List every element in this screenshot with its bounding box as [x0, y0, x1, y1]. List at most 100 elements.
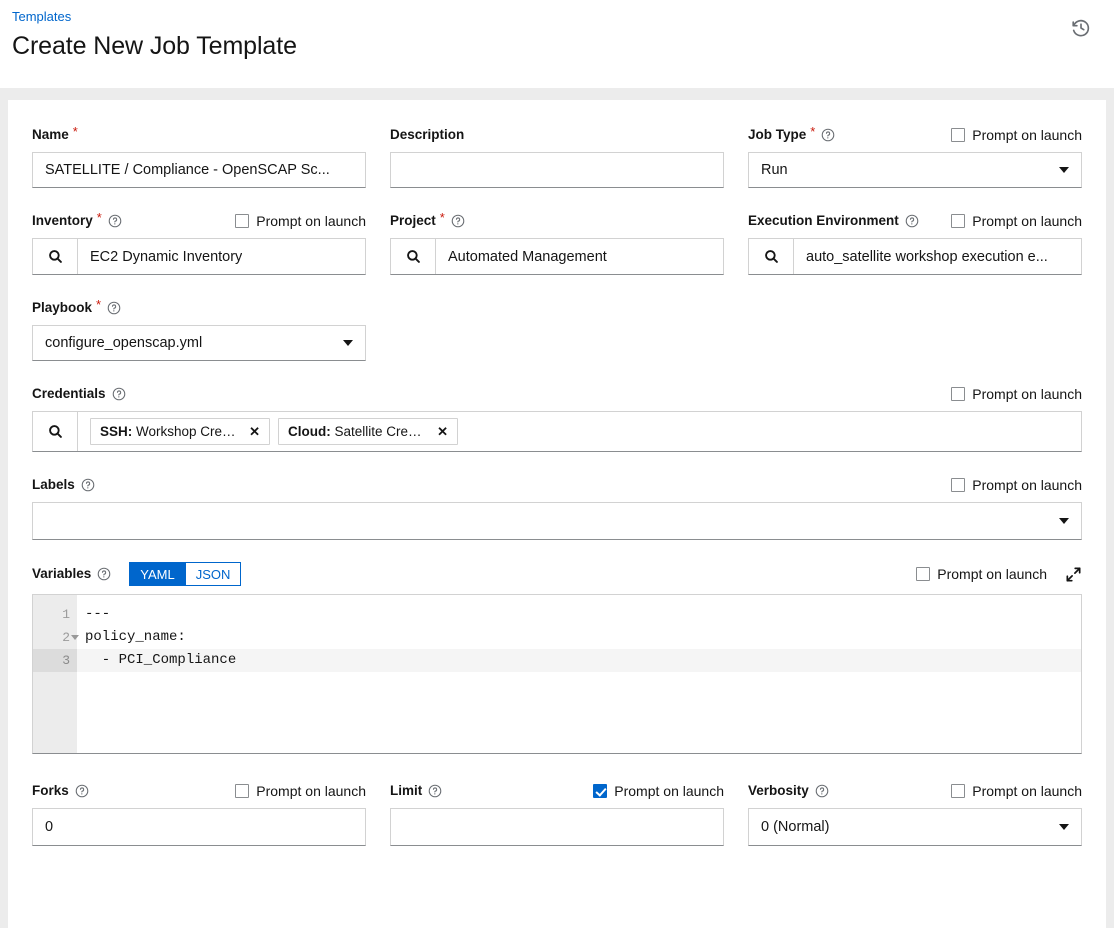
- field-execution-environment-label: Execution Environment: [748, 211, 899, 231]
- variables-format-toggle: YAML JSON: [129, 562, 241, 586]
- toggle-json[interactable]: JSON: [186, 562, 242, 586]
- limit-prompt-on-launch[interactable]: Prompt on launch: [593, 782, 724, 800]
- field-verbosity: Verbosity Prompt on launch 0 (Normal): [748, 780, 1082, 846]
- search-icon[interactable]: [391, 239, 436, 274]
- credential-chip-text: Cloud: Satellite Crede...: [288, 424, 424, 439]
- job-type-prompt-on-launch[interactable]: Prompt on launch: [951, 126, 1082, 144]
- credential-chip[interactable]: SSH: Workshop Cred... ✕: [90, 418, 270, 445]
- labels-select[interactable]: [32, 502, 1082, 540]
- credentials-lookup[interactable]: SSH: Workshop Cred... ✕ Cloud: Satellite…: [32, 411, 1082, 452]
- playbook-select[interactable]: configure_openscap.yml: [32, 325, 366, 361]
- line-number: 3: [33, 649, 77, 672]
- help-circle-icon[interactable]: [815, 784, 829, 798]
- field-playbook: Playbook * configure_openscap.yml: [32, 297, 366, 361]
- help-circle-icon[interactable]: [451, 214, 465, 228]
- field-limit: Limit Prompt on launch: [390, 780, 724, 846]
- field-labels-header: Labels Prompt on launch: [32, 474, 1082, 496]
- checkbox-icon[interactable]: [916, 567, 930, 581]
- prompt-on-launch-label: Prompt on launch: [972, 385, 1082, 403]
- checkbox-icon[interactable]: [951, 214, 965, 228]
- required-asterisk: *: [73, 124, 78, 138]
- checkbox-icon[interactable]: [593, 784, 607, 798]
- code-line: ---: [77, 603, 1081, 626]
- help-circle-icon[interactable]: [821, 128, 835, 142]
- verbosity-select[interactable]: 0 (Normal): [748, 808, 1082, 846]
- prompt-on-launch-label: Prompt on launch: [937, 565, 1047, 583]
- chevron-down-icon: [1059, 824, 1069, 830]
- chevron-down-icon: [1059, 167, 1069, 173]
- breadcrumb-templates[interactable]: Templates: [12, 8, 71, 26]
- verbosity-prompt-on-launch[interactable]: Prompt on launch: [951, 782, 1082, 800]
- inventory-prompt-on-launch[interactable]: Prompt on launch: [235, 212, 366, 230]
- field-forks-header: Forks Prompt on launch: [32, 780, 366, 802]
- execution-environment-prompt-on-launch[interactable]: Prompt on launch: [951, 212, 1082, 230]
- field-job-type-label: Job Type: [748, 125, 806, 145]
- field-inventory-header: Inventory * Prompt on launch: [32, 210, 366, 232]
- checkbox-icon[interactable]: [235, 214, 249, 228]
- editor-gutter: 1 2 3: [33, 595, 77, 753]
- playbook-select-value: configure_openscap.yml: [45, 335, 335, 351]
- help-circle-icon[interactable]: [81, 478, 95, 492]
- help-circle-icon[interactable]: [428, 784, 442, 798]
- search-icon[interactable]: [749, 239, 794, 274]
- checkbox-icon[interactable]: [951, 784, 965, 798]
- field-labels-label: Labels: [32, 475, 75, 495]
- field-credentials-label: Credentials: [32, 384, 106, 404]
- credential-chip[interactable]: Cloud: Satellite Crede... ✕: [278, 418, 458, 445]
- variables-editor[interactable]: 1 2 3 --- policy_name: - PCI_Compliance: [32, 594, 1082, 754]
- field-description: Description: [390, 124, 724, 188]
- help-circle-icon[interactable]: [107, 301, 121, 315]
- field-limit-label: Limit: [390, 781, 422, 801]
- history-icon[interactable]: [1070, 17, 1092, 39]
- close-icon[interactable]: ✕: [432, 425, 453, 438]
- credential-chip-name: Satellite Crede...: [331, 424, 424, 439]
- job-type-select[interactable]: Run: [748, 152, 1082, 188]
- verbosity-select-value: 0 (Normal): [761, 819, 1051, 835]
- chevron-down-icon: [1059, 518, 1069, 524]
- checkbox-icon[interactable]: [951, 387, 965, 401]
- required-asterisk: *: [440, 210, 445, 224]
- close-icon[interactable]: ✕: [244, 425, 265, 438]
- help-circle-icon[interactable]: [75, 784, 89, 798]
- variables-prompt-on-launch[interactable]: Prompt on launch: [916, 565, 1047, 583]
- editor-code[interactable]: --- policy_name: - PCI_Compliance: [77, 595, 1081, 753]
- line-number-text: 2: [62, 630, 70, 645]
- required-asterisk: *: [810, 124, 815, 138]
- description-input[interactable]: [390, 152, 724, 188]
- project-value: Automated Management: [448, 249, 607, 265]
- help-circle-icon[interactable]: [905, 214, 919, 228]
- search-icon[interactable]: [33, 412, 78, 451]
- checkbox-icon[interactable]: [951, 128, 965, 142]
- chevron-down-icon: [343, 340, 353, 346]
- toggle-yaml[interactable]: YAML: [129, 562, 185, 586]
- name-input[interactable]: SATELLITE / Compliance - OpenSCAP Sc...: [32, 152, 366, 188]
- help-circle-icon[interactable]: [97, 567, 111, 581]
- checkbox-icon[interactable]: [235, 784, 249, 798]
- help-circle-icon[interactable]: [112, 387, 126, 401]
- code-line: policy_name:: [77, 626, 1081, 649]
- prompt-on-launch-label: Prompt on launch: [256, 782, 366, 800]
- limit-input[interactable]: [390, 808, 724, 846]
- expand-icon[interactable]: [1065, 566, 1082, 583]
- inventory-lookup[interactable]: EC2 Dynamic Inventory: [32, 238, 366, 275]
- credentials-prompt-on-launch[interactable]: Prompt on launch: [951, 385, 1082, 403]
- fold-triangle-icon[interactable]: [71, 635, 79, 640]
- forks-input[interactable]: 0: [32, 808, 366, 846]
- name-input-value: SATELLITE / Compliance - OpenSCAP Sc...: [45, 162, 353, 178]
- execution-environment-lookup[interactable]: auto_satellite workshop execution e...: [748, 238, 1082, 275]
- field-playbook-label: Playbook: [32, 298, 92, 318]
- form-grid: Name * SATELLITE / Compliance - OpenSCAP…: [32, 124, 1082, 868]
- help-circle-icon[interactable]: [108, 214, 122, 228]
- field-inventory-label: Inventory: [32, 211, 93, 231]
- project-value-wrap: Automated Management: [436, 239, 723, 274]
- forks-prompt-on-launch[interactable]: Prompt on launch: [235, 782, 366, 800]
- prompt-on-launch-label: Prompt on launch: [972, 126, 1082, 144]
- line-number: 2: [33, 626, 77, 649]
- project-lookup[interactable]: Automated Management: [390, 238, 724, 275]
- checkbox-icon[interactable]: [951, 478, 965, 492]
- field-limit-header: Limit Prompt on launch: [390, 780, 724, 802]
- field-project-label: Project: [390, 211, 436, 231]
- required-asterisk: *: [97, 210, 102, 224]
- search-icon[interactable]: [33, 239, 78, 274]
- labels-prompt-on-launch[interactable]: Prompt on launch: [951, 476, 1082, 494]
